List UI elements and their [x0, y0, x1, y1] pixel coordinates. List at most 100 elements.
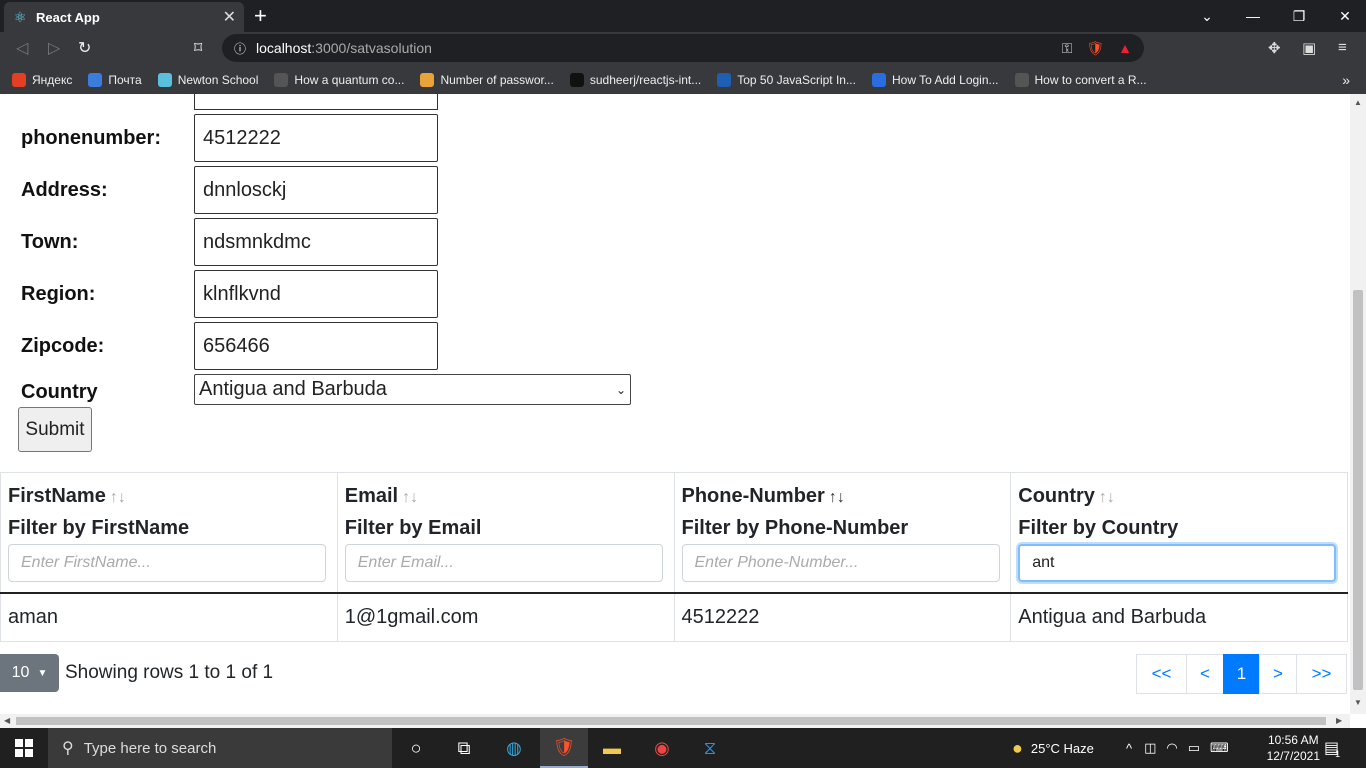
brave-icon[interactable]: 🛡	[540, 728, 588, 768]
bookmark-item[interactable]: Newton School	[157, 73, 259, 87]
taskbar-search[interactable]: ⚲ Type here to search	[48, 728, 392, 768]
file-explorer-icon[interactable]: ▬	[588, 728, 636, 768]
sort-icon[interactable]: ↑↓	[829, 489, 845, 506]
email-filter-input[interactable]	[344, 544, 663, 582]
bookmark-item[interactable]: How To Add Login...	[871, 73, 999, 87]
tab-search-icon[interactable]: ⌄	[1184, 8, 1230, 25]
country-sort-header[interactable]: Country	[1018, 485, 1095, 508]
start-button[interactable]	[0, 728, 48, 768]
firstname-sort-header[interactable]: FirstName	[8, 485, 106, 508]
email-filter-label: Filter by Email	[344, 517, 482, 539]
close-tab-icon[interactable]: ✕	[223, 7, 236, 27]
chevron-up-icon[interactable]: ^	[1126, 741, 1132, 756]
sort-icon[interactable]: ↑↓	[402, 489, 418, 506]
bookmark-item[interactable]: Top 50 JavaScript In...	[717, 73, 856, 87]
scroll-right-icon[interactable]: ▶	[1336, 716, 1342, 725]
auth0-icon	[871, 73, 886, 87]
brave-shield-icon[interactable]: 🛡	[1086, 40, 1104, 57]
page-size-dropdown[interactable]: 10 ▼	[0, 654, 59, 692]
phonenumber-input[interactable]	[194, 114, 438, 162]
region-input[interactable]	[194, 270, 438, 318]
email-sort-header[interactable]: Email	[345, 485, 398, 508]
town-input[interactable]	[194, 218, 438, 266]
edge-icon[interactable]: ◍	[490, 728, 538, 768]
sort-icon[interactable]: ↑↓	[110, 489, 126, 506]
battery-icon[interactable]: ▭	[1188, 740, 1200, 756]
back-icon[interactable]: ◁	[16, 38, 28, 58]
forward-icon[interactable]: ▷	[48, 38, 60, 58]
chrome-icon[interactable]: ◉	[638, 728, 686, 768]
bookmark-label: sudheerj/reactjs-int...	[589, 73, 702, 87]
phone-number-filter-input[interactable]	[681, 544, 1000, 582]
address-input[interactable]	[194, 166, 438, 214]
bookmark-item[interactable]: Number of passwor...	[420, 73, 554, 87]
form-row-town: Town:	[21, 218, 438, 266]
table-cell-country: Antigua and Barbuda	[1010, 592, 1348, 642]
zipcode-input[interactable]	[194, 322, 438, 370]
windows-taskbar: ⚲ Type here to search ○ ⧉ ◍ 🛡 ▬ ◉ ⧖ ● 25…	[0, 728, 1366, 768]
bookmark-label: How to convert a R...	[1034, 73, 1147, 87]
bookmark-item[interactable]: Яндекс	[12, 73, 72, 87]
new-tab-icon[interactable]: +	[254, 3, 267, 29]
horizontal-scroll-thumb[interactable]	[16, 717, 1326, 725]
page-icon	[274, 73, 289, 87]
keyboard-icon[interactable]: ⌨	[1210, 740, 1229, 756]
close-window-icon[interactable]: ✕	[1322, 8, 1366, 25]
cortana-icon[interactable]: ○	[392, 728, 440, 768]
bookmark-item[interactable]: sudheerj/reactjs-int...	[569, 73, 702, 87]
scroll-down-icon[interactable]: ▼	[1354, 698, 1362, 707]
minimize-icon[interactable]: —	[1230, 8, 1276, 24]
key-icon[interactable]: ⚿	[1062, 40, 1073, 57]
next-page-button[interactable]: >	[1259, 654, 1297, 694]
vertical-scroll-thumb[interactable]	[1353, 290, 1363, 690]
phonenumber-label: phonenumber:	[21, 126, 161, 149]
vscode-icon[interactable]: ⧖	[686, 728, 734, 768]
extensions-icon[interactable]: ✥	[1268, 39, 1281, 57]
country-select[interactable]: Antigua and Barbuda ⌄	[194, 374, 631, 405]
weather-icon: ●	[1012, 737, 1023, 758]
bookmark-item[interactable]: How a quantum co...	[274, 73, 404, 87]
restore-icon[interactable]: ❐	[1276, 8, 1322, 25]
address-bar[interactable]: ⓘ localhost:3000/satvasolution ⚿ 🛡 ▲	[222, 34, 1144, 62]
reload-icon[interactable]: ↻	[78, 38, 91, 58]
bookmark-item[interactable]: How to convert a R...	[1014, 73, 1147, 87]
meet-icon[interactable]: ◫	[1144, 740, 1156, 756]
more-bookmarks-icon[interactable]: »	[1342, 72, 1350, 88]
country-filter-input[interactable]	[1018, 544, 1337, 582]
wifi-icon[interactable]: ◠	[1166, 740, 1177, 756]
phone-number-sort-header[interactable]: Phone-Number	[682, 485, 825, 508]
country-label: Country	[21, 381, 98, 403]
submit-button[interactable]: Submit	[18, 407, 92, 452]
info-icon[interactable]: ⓘ	[234, 40, 246, 57]
clock[interactable]: 10:56 AM 12/7/2021	[1267, 732, 1320, 764]
horizontal-scrollbar[interactable]: ◀ ▶	[0, 714, 1350, 728]
scroll-up-icon[interactable]: ▲	[1354, 98, 1362, 107]
url-path: :3000/satvasolution	[311, 40, 432, 56]
page-1-button[interactable]: 1	[1223, 654, 1260, 694]
browser-tab[interactable]: ⚛ React App ✕	[4, 2, 244, 32]
bookmark-item[interactable]: Почта	[88, 73, 142, 87]
last-page-button[interactable]: >>	[1296, 654, 1347, 694]
react-icon: ⚛	[13, 9, 27, 25]
menu-icon[interactable]: ≡	[1338, 39, 1347, 56]
bookmark-label: Newton School	[177, 73, 259, 87]
bookmark-icon[interactable]: ⌑	[194, 38, 202, 58]
puzzle-icon	[420, 73, 435, 87]
first-page-button[interactable]: <<	[1136, 654, 1187, 694]
prev-page-button[interactable]: <	[1186, 654, 1224, 694]
task-view-icon[interactable]: ⧉	[440, 728, 488, 768]
scroll-left-icon[interactable]: ◀	[4, 716, 10, 725]
table-header-row: FirstName↑↓ Filter by FirstName Email↑↓ …	[0, 472, 1348, 594]
form-row-address: Address:	[21, 166, 438, 214]
sort-icon[interactable]: ↑↓	[1099, 489, 1115, 506]
clipped-input[interactable]	[194, 94, 438, 110]
notification-center[interactable]: ▤ 1	[1324, 728, 1340, 768]
pagination: << < 1 > >>	[1136, 654, 1347, 694]
brave-rewards-icon[interactable]: ▲	[1118, 40, 1132, 56]
vertical-scrollbar[interactable]: ▲ ▼	[1350, 94, 1366, 714]
github-icon	[569, 73, 584, 87]
form-row-country: Country Antigua and Barbuda ⌄	[21, 374, 631, 405]
firstname-filter-input[interactable]	[8, 544, 326, 582]
weather-widget[interactable]: ● 25°C Haze	[1012, 728, 1094, 768]
wallet-icon[interactable]: ▣	[1302, 39, 1316, 57]
